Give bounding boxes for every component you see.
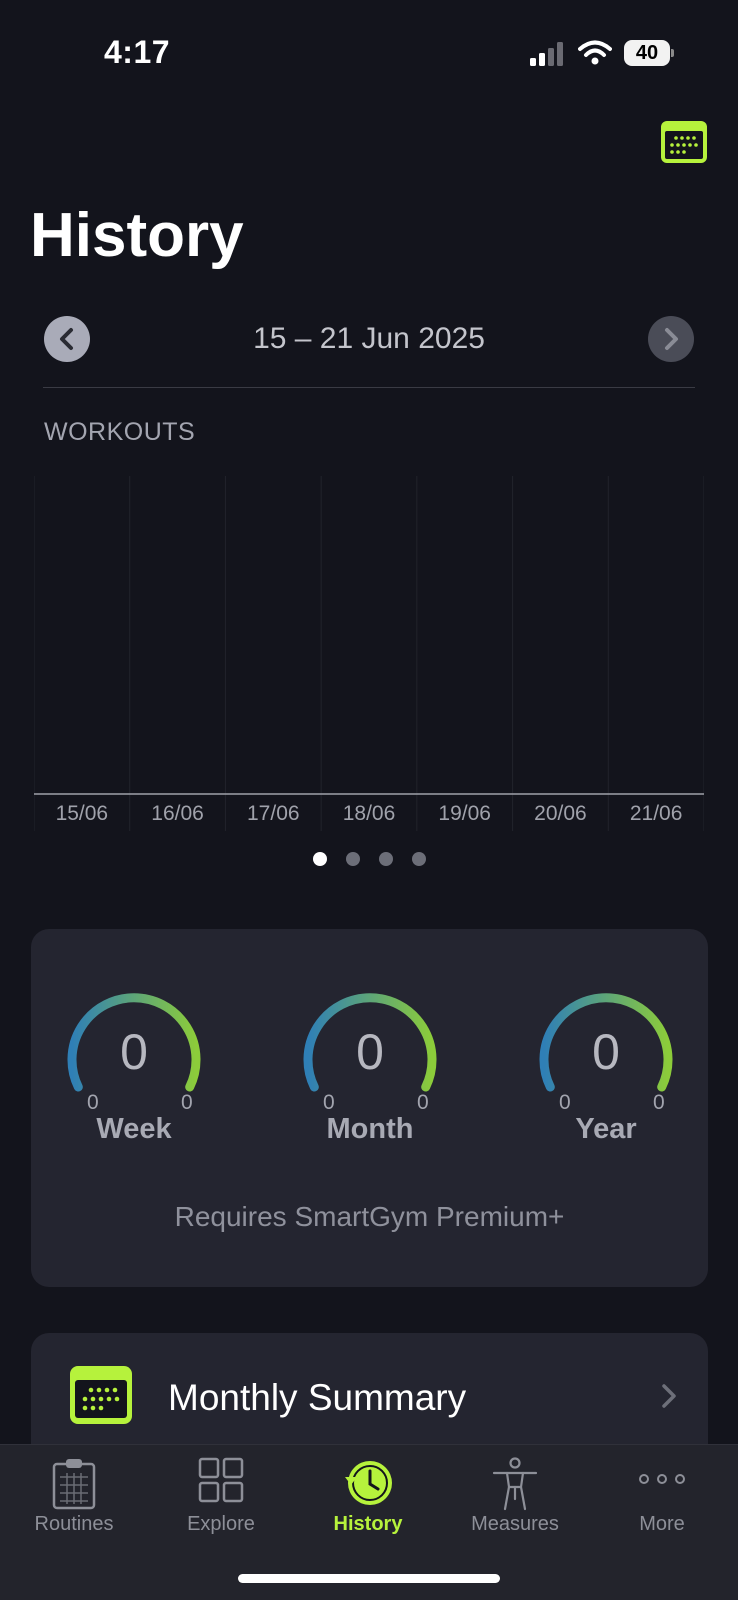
premium-requirement-note: Requires SmartGym Premium+	[174, 1201, 565, 1232]
gauge-value: 0	[592, 1024, 620, 1080]
gauge-min: 0	[559, 1091, 571, 1114]
pager-dot[interactable]	[312, 852, 327, 866]
gauge-max: 0	[653, 1091, 665, 1114]
next-week-button[interactable]	[648, 316, 694, 362]
pager-dot[interactable]	[411, 852, 426, 866]
year-gauge: 0 0 0 Year	[531, 981, 681, 1151]
calendar-icon[interactable]	[660, 120, 708, 164]
history-clock-icon	[345, 1461, 392, 1505]
divider	[43, 387, 695, 388]
chevron-right-icon	[662, 1384, 676, 1408]
tab-label: History	[333, 1513, 403, 1535]
chart-pager[interactable]	[0, 852, 738, 866]
tab-label: Measures	[471, 1513, 559, 1535]
chart-x-tick-label: 21/06	[630, 802, 683, 825]
chart-x-tick-label: 15/06	[56, 802, 109, 825]
battery-level: 40	[624, 40, 670, 66]
workouts-chart: 15/06 16/06 17/06 18/06 19/06 20/06 21/06	[34, 476, 704, 831]
chart-x-tick-label: 17/06	[247, 802, 300, 825]
status-time: 4:17	[104, 34, 171, 70]
grid-icon	[198, 1457, 244, 1503]
tab-routines[interactable]: Routines	[0, 1445, 148, 1545]
workouts-section-label: WORKOUTS	[44, 418, 196, 446]
more-dots-icon	[639, 1474, 685, 1484]
tab-label: Explore	[187, 1513, 255, 1535]
calendar-icon	[70, 1366, 132, 1424]
body-figure-icon	[492, 1457, 538, 1511]
tab-measures[interactable]: Measures	[441, 1445, 589, 1545]
gauge-max: 0	[417, 1091, 429, 1114]
gauge-min: 0	[323, 1091, 335, 1114]
battery-icon: 40	[624, 40, 674, 66]
gauge-max: 0	[181, 1091, 193, 1114]
chart-x-tick-label: 18/06	[343, 802, 396, 825]
pager-dot[interactable]	[378, 852, 393, 866]
gauge-min: 0	[87, 1091, 99, 1114]
stats-card: 0 0 0 Week 0 0 0 Month 0 0 0 Year Requires SmartG…	[31, 929, 708, 1287]
chart-x-tick-label: 19/06	[438, 802, 491, 825]
status-bar: 4:17 40	[0, 0, 738, 100]
tab-more[interactable]: More	[588, 1445, 736, 1545]
gauge-value: 0	[356, 1024, 384, 1080]
pager-dot[interactable]	[345, 852, 360, 866]
week-date-range: 15 – 21 Jun 2025	[253, 322, 485, 355]
tab-label: Routines	[34, 1513, 114, 1535]
cellular-signal-icon	[530, 42, 563, 66]
chart-x-tick-label: 20/06	[534, 802, 587, 825]
gauge-value: 0	[120, 1024, 148, 1080]
month-gauge: 0 0 0 Month	[295, 981, 445, 1151]
home-indicator	[238, 1574, 500, 1583]
chart-x-tick-label: 16/06	[151, 802, 204, 825]
tab-explore[interactable]: Explore	[147, 1445, 295, 1545]
page-title: History	[30, 201, 244, 270]
monthly-summary-label: Monthly Summary	[168, 1377, 467, 1418]
gauge-label: Month	[326, 1113, 414, 1145]
gauge-label: Week	[96, 1113, 172, 1145]
wifi-icon	[578, 40, 612, 65]
gauge-label: Year	[575, 1113, 637, 1145]
tab-history[interactable]: History	[294, 1445, 442, 1545]
week-gauge: 0 0 0 Week	[59, 981, 209, 1151]
chevron-right-icon	[665, 328, 678, 350]
clipboard-icon	[52, 1459, 96, 1510]
tab-label: More	[639, 1513, 685, 1535]
